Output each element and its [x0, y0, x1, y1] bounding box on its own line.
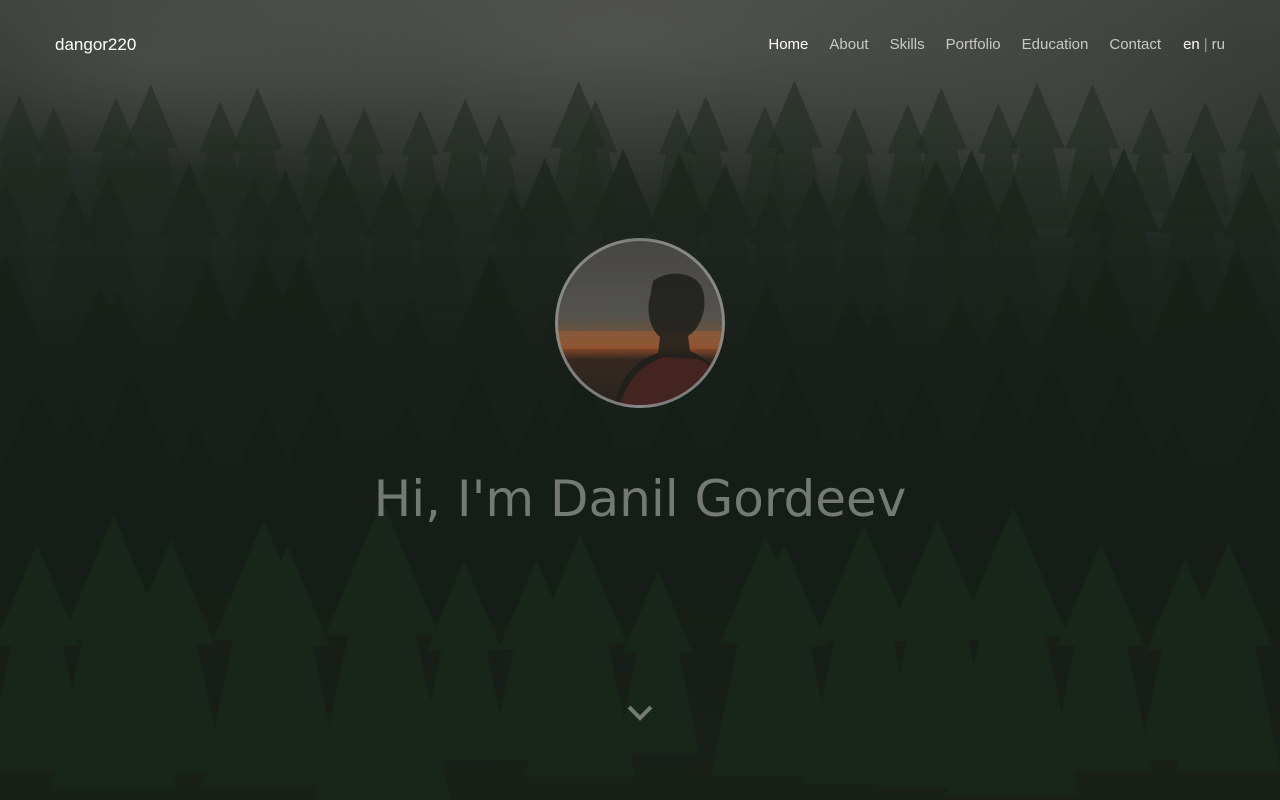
chevron-down-icon: [627, 705, 653, 721]
navbar: dangor220 Home About Skills Portfolio Ed…: [0, 0, 1280, 90]
scroll-down-button[interactable]: [625, 700, 655, 726]
lang-ru[interactable]: ru: [1212, 36, 1225, 53]
profile-avatar: [555, 238, 725, 408]
hero-headline: Hi, I'm Danil Gordeev: [373, 470, 907, 528]
nav-education[interactable]: Education: [1022, 36, 1089, 53]
lang-separator: |: [1203, 36, 1208, 53]
lang-en[interactable]: en: [1183, 36, 1200, 53]
brand-logo[interactable]: dangor220: [55, 35, 136, 55]
nav-about[interactable]: About: [829, 36, 868, 53]
avatar-silhouette-icon: [558, 273, 722, 405]
nav-skills[interactable]: Skills: [890, 36, 925, 53]
nav-home[interactable]: Home: [768, 36, 808, 53]
nav-contact[interactable]: Contact: [1109, 36, 1161, 53]
language-switcher: en | ru: [1183, 36, 1225, 53]
nav-portfolio[interactable]: Portfolio: [946, 36, 1001, 53]
nav-menu: Home About Skills Portfolio Education Co…: [747, 36, 1225, 53]
